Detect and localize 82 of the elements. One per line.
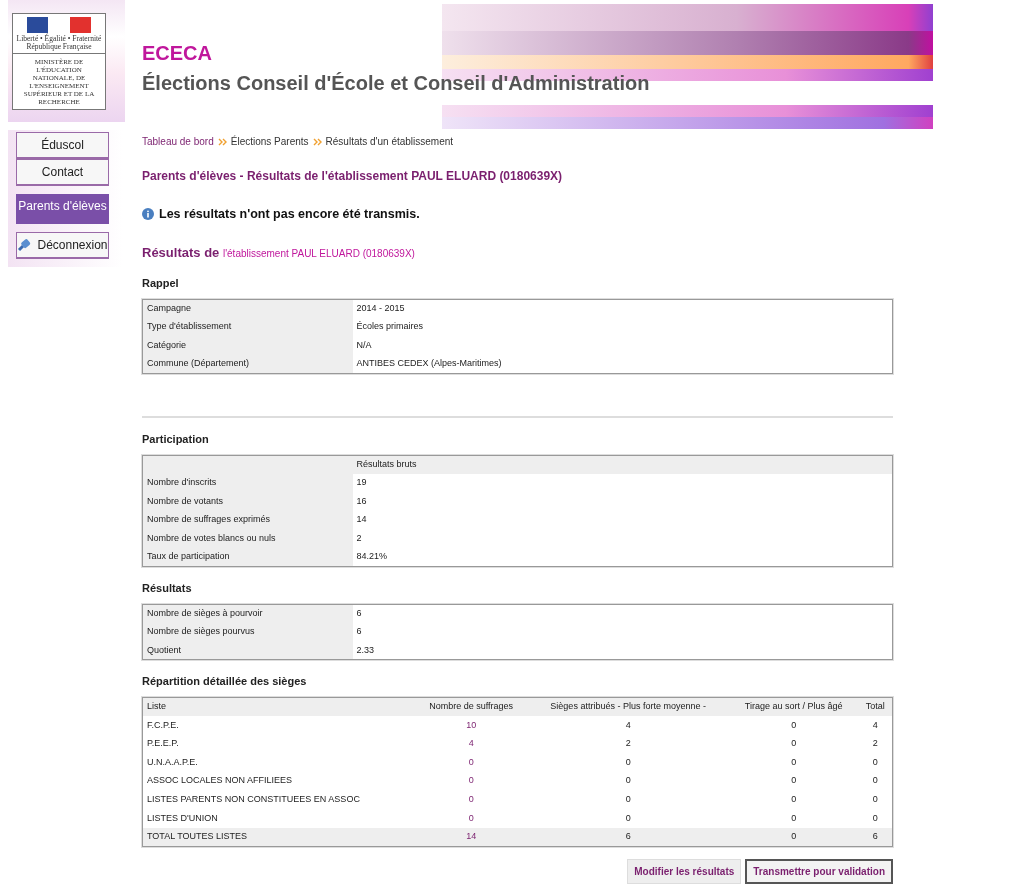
section-title: Résultats xyxy=(142,581,193,597)
list-name: ASSOC LOCALES NON AFFILIEES xyxy=(142,771,415,791)
row-label: Nombre de votants xyxy=(142,492,353,511)
logout-link[interactable]: Déconnexion xyxy=(16,232,109,259)
section-title: Participation xyxy=(142,432,210,448)
list-name: TOTAL TOUTES LISTES xyxy=(142,827,415,847)
table-cell-text: 0 xyxy=(624,774,632,788)
breadcrumb-link[interactable]: Tableau de bord xyxy=(142,136,214,147)
row-label: Campagne xyxy=(142,299,353,318)
cell-value: N/A xyxy=(352,336,893,356)
table-cell: 0 xyxy=(728,827,859,847)
cell-value: 14 xyxy=(352,510,893,530)
table-cell: 2 xyxy=(858,734,893,754)
cell-value: 84.21% xyxy=(352,548,893,567)
table-cell-text: 0 xyxy=(467,755,475,769)
breadcrumb-link[interactable]: Élections Parents xyxy=(230,136,309,147)
row-label: Nombre de sièges à pourvoir xyxy=(142,604,353,623)
column-header: Liste xyxy=(142,697,415,717)
table-cell: 0 xyxy=(858,753,893,772)
cell-value: 2014 - 2015 xyxy=(352,299,893,318)
cell-value: 2.33 xyxy=(352,641,893,660)
notice-message: Les résultats n'ont pas encore été transmis. xyxy=(159,206,420,223)
table-cell-text: 0 xyxy=(790,793,798,806)
column-header: Total xyxy=(858,697,893,717)
table-cell-text: 0 xyxy=(624,793,632,806)
cell-value: 16 xyxy=(352,492,893,511)
chevron-icon xyxy=(217,138,227,147)
table-cell: 0 xyxy=(414,809,528,828)
table-cell: 4 xyxy=(527,716,729,735)
table-cell: 0 xyxy=(728,716,859,735)
column-header: Sièges attribués - Plus forte moyenne - xyxy=(527,697,729,717)
row-label: Quotient xyxy=(142,641,353,660)
cell-value: Écoles primaires xyxy=(352,317,893,337)
table-cell-text: 2 xyxy=(624,737,632,751)
chevron-icon xyxy=(312,138,322,147)
table-cell: 0 xyxy=(728,809,859,828)
table-cell: 0 xyxy=(858,809,893,828)
table-cell: 6 xyxy=(527,827,729,847)
column-header: Tirage au sort / Plus âgé xyxy=(728,697,859,717)
table-cell-text: 0 xyxy=(790,774,798,788)
flag-icon xyxy=(27,16,91,33)
cell-value: 19 xyxy=(352,473,893,493)
list-name: LISTES PARENTS NON CONSTITUEES EN ASSOC xyxy=(142,790,415,810)
list-name: LISTES D'UNION xyxy=(142,809,415,828)
column-header: Nombre de suffrages xyxy=(414,697,528,717)
breadcrumb-current: Résultats d'un établissement xyxy=(325,136,454,147)
table-cell-text: 0 xyxy=(790,755,798,769)
table-cell: 10 xyxy=(414,716,528,735)
table-cell: 14 xyxy=(414,827,528,847)
sidebar-link[interactable]: Éduscol xyxy=(16,132,109,159)
cell-value: 2 xyxy=(352,529,893,549)
sidebar-link[interactable]: Parents d'élèves xyxy=(16,194,109,224)
cell-value: ANTIBES CEDEX (Alpes-Maritimes) xyxy=(352,355,893,374)
table-cell: 0 xyxy=(858,771,893,791)
app-name: ECECA xyxy=(142,41,213,66)
table-cell-text: 0 xyxy=(467,793,475,806)
table-cell: 4 xyxy=(858,716,893,735)
table-cell-text: 0 xyxy=(624,755,632,769)
section-title: Rappel xyxy=(142,276,180,292)
list-name: F.C.P.E. xyxy=(142,716,415,735)
edit-button[interactable]: Modifier les résultats xyxy=(627,858,742,884)
table-cell-text: 0 xyxy=(467,774,475,788)
cell-value: 6 xyxy=(352,622,893,642)
column-header: Résultats bruts xyxy=(352,455,893,474)
table-cell: 0 xyxy=(858,790,893,810)
app-title: Élections Conseil d'École et Conseil d'Administration xyxy=(142,71,650,96)
row-label: Catégorie xyxy=(142,336,353,356)
sidebar-link[interactable]: Contact xyxy=(16,159,109,186)
cell-value: 6 xyxy=(352,604,893,623)
info-icon xyxy=(142,208,154,221)
row-label: Taux de participation xyxy=(142,548,353,567)
page-title: Parents d'élèves - Résultats de l'établissement PAUL ELUARD (0180639X) xyxy=(142,168,564,185)
submit-button[interactable]: Transmettre pour validation xyxy=(745,858,893,884)
section-title: Répartition détaillée des sièges xyxy=(142,674,308,690)
table-cell-text: 0 xyxy=(790,737,798,751)
results-heading: Résultats de l'établissement PAUL ELUARD (0180639X) xyxy=(142,243,416,262)
table-cell: 6 xyxy=(858,827,893,847)
list-name: U.N.A.A.P.E. xyxy=(142,753,415,772)
list-name: P.E.E.P. xyxy=(142,734,415,754)
table-cell: 0 xyxy=(527,809,729,828)
row-label: Commune (Département) xyxy=(142,355,353,374)
table-cell-text: 4 xyxy=(467,737,475,751)
